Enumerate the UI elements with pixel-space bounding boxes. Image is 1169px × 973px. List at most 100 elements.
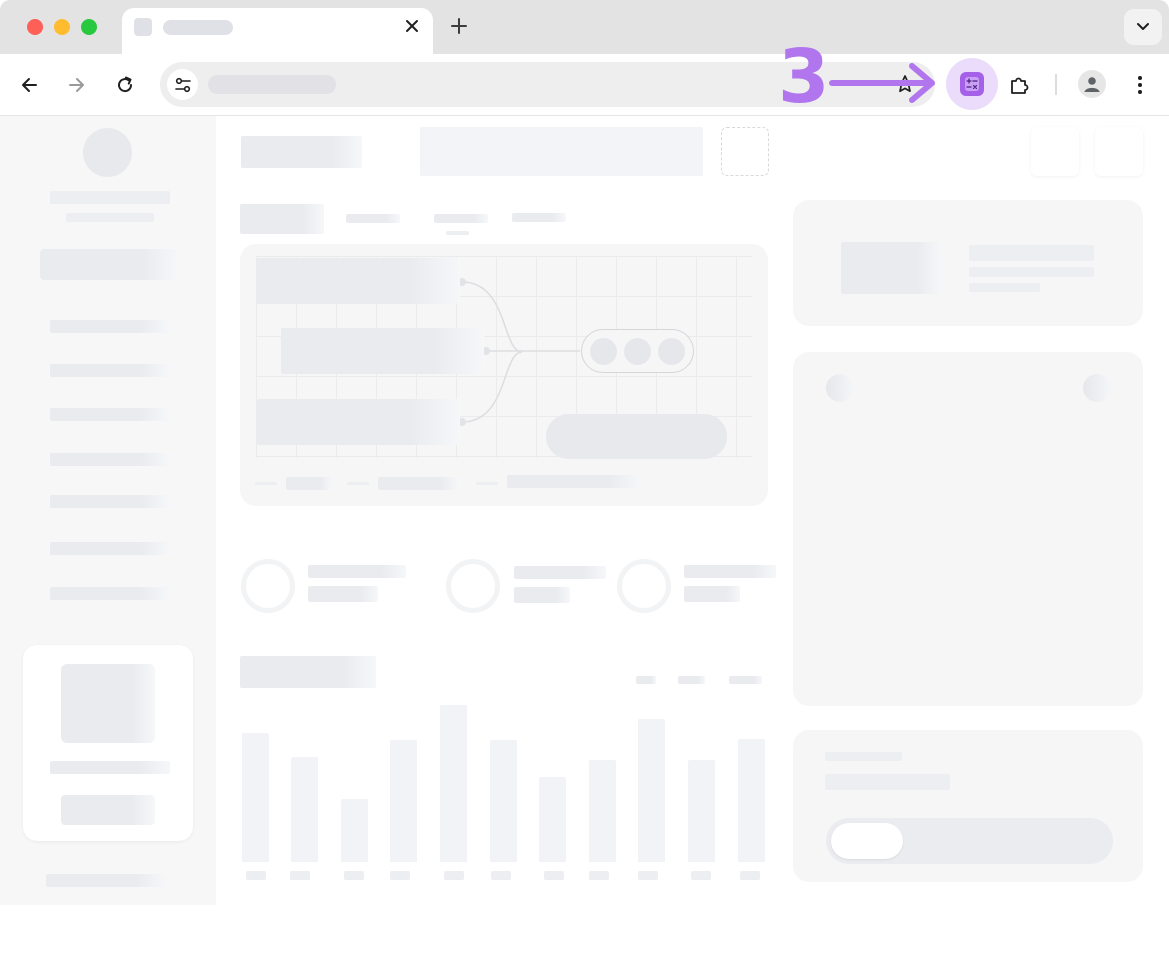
tab-placeholder [346, 214, 400, 223]
tab-close-button[interactable] [400, 14, 424, 38]
tick-placeholder [444, 871, 464, 880]
name-placeholder [50, 191, 170, 204]
chart-heading-placeholder [240, 656, 376, 688]
tick-placeholder [589, 871, 609, 880]
tick-placeholder [638, 871, 658, 880]
round-placeholder [826, 374, 854, 402]
browser-toolbar [0, 54, 1169, 116]
legend-label [286, 477, 332, 490]
bar-placeholder [688, 760, 715, 862]
tick-placeholder [390, 871, 410, 880]
browser-menu-button[interactable] [1126, 71, 1154, 99]
stat-label [684, 565, 776, 578]
bar-placeholder [490, 740, 517, 862]
detail-card-placeholder [793, 352, 1143, 706]
tick-placeholder [740, 871, 760, 880]
tab-search-button[interactable] [1124, 9, 1162, 45]
ring-placeholder [446, 559, 500, 613]
new-tab-button[interactable] [447, 14, 471, 38]
tick-placeholder [544, 871, 564, 880]
sidebar-item [50, 320, 170, 333]
sidebar-item [50, 495, 170, 508]
bar-placeholder [291, 757, 318, 862]
tab-strip [0, 0, 1169, 54]
legend-label [507, 475, 642, 488]
output-dot [624, 338, 651, 365]
site-settings-button[interactable] [167, 69, 198, 100]
output-dot [658, 338, 685, 365]
subtitle-placeholder [66, 213, 154, 222]
forward-icon [69, 78, 84, 92]
header-action-placeholder [1031, 127, 1079, 176]
step-arrow-icon [829, 63, 935, 103]
tick-placeholder [344, 871, 364, 880]
text-placeholder [50, 761, 170, 774]
flow-panel-placeholder [240, 244, 768, 506]
profile-icon [1084, 77, 1100, 92]
sidebar-skeleton [0, 116, 216, 905]
flow-action-placeholder [546, 414, 727, 459]
calculator-extension-button[interactable] [946, 58, 998, 110]
avatar-placeholder [83, 128, 132, 177]
reload-icon [118, 76, 133, 93]
back-icon [22, 78, 37, 92]
button-placeholder [40, 249, 178, 280]
page-content-skeleton [0, 116, 1169, 905]
sidebar-item [50, 587, 170, 600]
puzzle-icon [1011, 77, 1029, 94]
text-placeholder [969, 267, 1094, 277]
bar-placeholder [390, 740, 417, 862]
bar-placeholder [539, 777, 566, 862]
chart-legend-placeholder [678, 676, 705, 684]
flow-node-placeholder [281, 328, 484, 374]
tab-favicon-icon [134, 18, 152, 36]
image-placeholder [841, 242, 942, 294]
image-placeholder [61, 664, 155, 743]
minimize-window-button[interactable] [54, 19, 70, 35]
chart-legend-placeholder [636, 676, 656, 684]
forward-button[interactable] [63, 71, 91, 99]
url-placeholder [208, 75, 336, 94]
text-placeholder [969, 283, 1040, 292]
bar-placeholder [589, 760, 616, 862]
bar-placeholder [738, 739, 765, 862]
sidebar-item [50, 542, 170, 555]
heading-placeholder [241, 136, 362, 168]
search-placeholder [420, 127, 703, 176]
plus-icon [451, 18, 467, 34]
ring-placeholder [241, 559, 295, 613]
promo-card-placeholder [23, 645, 193, 841]
tab-title-placeholder [163, 20, 233, 35]
ring-placeholder [617, 559, 671, 613]
tab-placeholder [434, 214, 488, 223]
legend-line [255, 482, 277, 485]
tick-placeholder [290, 871, 310, 880]
stat-value [308, 586, 378, 602]
summary-card-placeholder [793, 200, 1143, 326]
toolbar-separator [1055, 74, 1057, 95]
tab-placeholder [240, 204, 324, 234]
stat-value [684, 586, 740, 602]
stat-value [514, 587, 570, 603]
flow-output-pill [581, 329, 694, 373]
calculator-extension-icon [960, 72, 984, 96]
stat-label [514, 566, 606, 579]
reload-button[interactable] [111, 71, 139, 99]
profile-button[interactable] [1078, 70, 1106, 98]
dashed-placeholder [721, 127, 769, 176]
close-window-button[interactable] [27, 19, 43, 35]
text-placeholder [825, 752, 902, 761]
bar-placeholder [242, 733, 269, 862]
sidebar-item [50, 364, 170, 377]
legend-label [378, 477, 460, 490]
extensions-button[interactable] [1006, 71, 1034, 99]
text-placeholder [969, 245, 1094, 261]
back-button[interactable] [15, 71, 43, 99]
button-placeholder [61, 795, 155, 825]
tab-placeholder [512, 213, 566, 222]
active-tab[interactable] [122, 8, 433, 54]
tune-icon [174, 77, 191, 92]
maximize-window-button[interactable] [81, 19, 97, 35]
settings-card-placeholder [793, 730, 1143, 882]
tab-indicator-placeholder [446, 231, 469, 235]
